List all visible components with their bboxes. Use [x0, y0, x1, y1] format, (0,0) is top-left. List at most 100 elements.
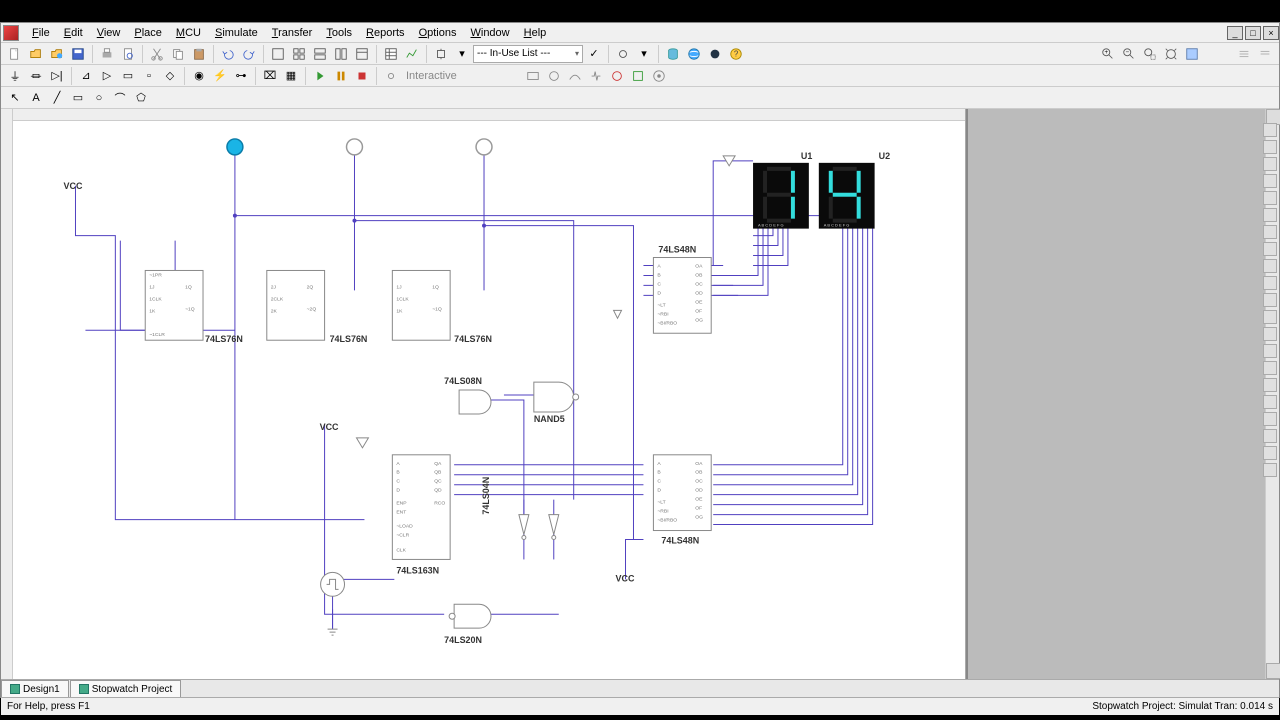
- minimize-button[interactable]: _: [1227, 26, 1243, 40]
- undo-icon[interactable]: [218, 44, 238, 64]
- chip-74ls76n-3[interactable]: 1J 1CLK 1K 1Q ~1Q 74LS76N: [392, 270, 492, 344]
- close-button[interactable]: ×: [1263, 26, 1279, 40]
- instrument-icon-13[interactable]: [1263, 327, 1277, 341]
- opamp-icon[interactable]: ▷: [97, 66, 117, 86]
- instrument-icon-1[interactable]: [1263, 123, 1277, 137]
- spreadsheet-icon[interactable]: [381, 44, 401, 64]
- chip-74ls163n[interactable]: A B C D ENP ENT ~LOAD ~CLR CLK QA QB QC …: [392, 455, 450, 576]
- instr-1-icon[interactable]: [523, 66, 543, 86]
- line-tool-icon[interactable]: ╱: [47, 88, 67, 108]
- chip-74ls48n-1[interactable]: A B C D ~LT ~RBI ~BI/RBO OA OB OC OD OE …: [653, 245, 711, 334]
- menu-place[interactable]: Place: [127, 25, 169, 41]
- menu-help[interactable]: Help: [517, 25, 554, 41]
- redo-icon[interactable]: [239, 44, 259, 64]
- save-icon[interactable]: [68, 44, 88, 64]
- sim-settings-icon[interactable]: [613, 44, 633, 64]
- toolbar-opt1-icon[interactable]: [1234, 44, 1254, 64]
- copy-icon[interactable]: [168, 44, 188, 64]
- gate-inverter-1[interactable]: [519, 515, 529, 540]
- cut-icon[interactable]: [147, 44, 167, 64]
- resistor-icon[interactable]: ⏛: [26, 66, 46, 86]
- open-icon[interactable]: [26, 44, 46, 64]
- instrument-icon-14[interactable]: [1263, 344, 1277, 358]
- circle-tool-icon[interactable]: ○: [89, 88, 109, 108]
- ic-icon[interactable]: ▭: [118, 66, 138, 86]
- paste-icon[interactable]: [189, 44, 209, 64]
- misc-icon[interactable]: ◇: [160, 66, 180, 86]
- instrument-icon-5[interactable]: [1263, 191, 1277, 205]
- web-icon[interactable]: [684, 44, 704, 64]
- menu-reports[interactable]: Reports: [359, 25, 412, 41]
- graph-icon[interactable]: [402, 44, 422, 64]
- instrument-icon-10[interactable]: [1263, 276, 1277, 290]
- help-icon[interactable]: ?: [726, 44, 746, 64]
- new-file-icon[interactable]: [5, 44, 25, 64]
- menu-transfer[interactable]: Transfer: [265, 25, 320, 41]
- connector-icon[interactable]: ⊶: [231, 66, 251, 86]
- instr-6-icon[interactable]: [628, 66, 648, 86]
- gate-74ls20n[interactable]: 74LS20N: [444, 604, 491, 645]
- zoom-sheet-icon[interactable]: [1182, 44, 1202, 64]
- dark-icon[interactable]: [705, 44, 725, 64]
- display-u2[interactable]: U2 A B C D E F G: [819, 151, 890, 229]
- tab-stopwatch[interactable]: Stopwatch Project: [70, 680, 182, 697]
- ground-icon[interactable]: ⏚: [5, 66, 25, 86]
- side-panel[interactable]: [966, 109, 1279, 679]
- ni-icon[interactable]: ▦: [281, 66, 301, 86]
- schematic-canvas[interactable]: VCC VCC VCC ~1PR 1J 1CLK 1K ~1CLR 1Q ~1Q…: [1, 109, 966, 679]
- display-u1[interactable]: U1 A B C D E F G: [753, 151, 812, 229]
- rect-tool-icon[interactable]: ▭: [68, 88, 88, 108]
- open-sample-icon[interactable]: [47, 44, 67, 64]
- print-icon[interactable]: [97, 44, 117, 64]
- instrument-icon-3[interactable]: [1263, 157, 1277, 171]
- view-1-icon[interactable]: [352, 44, 372, 64]
- instr-3-icon[interactable]: [565, 66, 585, 86]
- restore-button[interactable]: □: [1245, 26, 1261, 40]
- menu-simulate[interactable]: Simulate: [208, 25, 265, 41]
- electromech-icon[interactable]: ⌧: [260, 66, 280, 86]
- zoom-in-icon[interactable]: +: [1098, 44, 1118, 64]
- instrument-icon-11[interactable]: [1263, 293, 1277, 307]
- indicator-icon[interactable]: ◉: [189, 66, 209, 86]
- clock-source[interactable]: [321, 572, 345, 596]
- zoom-out-icon[interactable]: −: [1119, 44, 1139, 64]
- place-comp-icon[interactable]: [431, 44, 451, 64]
- select-tool-icon[interactable]: ↖: [5, 88, 25, 108]
- instrument-icon-17[interactable]: [1263, 395, 1277, 409]
- menu-window[interactable]: Window: [463, 25, 516, 41]
- instrument-icon-18[interactable]: [1263, 412, 1277, 426]
- instrument-icon-15[interactable]: [1263, 361, 1277, 375]
- gate-nand5[interactable]: NAND5: [534, 382, 579, 424]
- run-button[interactable]: [310, 66, 330, 86]
- gate-inverter-2[interactable]: [549, 515, 559, 540]
- instrument-icon-20[interactable]: [1263, 446, 1277, 460]
- instrument-icon-6[interactable]: [1263, 208, 1277, 222]
- interactive-toggle-icon[interactable]: [381, 66, 401, 86]
- zoom-fit-icon[interactable]: [1161, 44, 1181, 64]
- database-icon[interactable]: [663, 44, 683, 64]
- chip-74ls76n-1[interactable]: ~1PR 1J 1CLK 1K ~1CLR 1Q ~1Q 74LS76N: [145, 270, 243, 344]
- diode-icon[interactable]: ▷|: [47, 66, 67, 86]
- instr-2-icon[interactable]: [544, 66, 564, 86]
- toolbar-opt2-icon[interactable]: [1255, 44, 1275, 64]
- instr-5-icon[interactable]: [607, 66, 627, 86]
- instrument-icon-12[interactable]: [1263, 310, 1277, 324]
- menu-file[interactable]: File: [25, 25, 57, 41]
- sim-dropdown-icon[interactable]: ▾: [634, 44, 654, 64]
- inuse-list-combo[interactable]: --- In-Use List ---: [473, 45, 583, 63]
- probe-1[interactable]: [227, 139, 243, 155]
- stop-button[interactable]: [352, 66, 372, 86]
- chip-74ls48n-2[interactable]: A B C D ~LT ~RBI ~BI/RBO OA OB OC OD OE …: [653, 455, 711, 546]
- power-icon[interactable]: ⚡: [210, 66, 230, 86]
- menu-view[interactable]: View: [90, 25, 128, 41]
- menu-mcu[interactable]: MCU: [169, 25, 208, 41]
- poly-tool-icon[interactable]: ⬠: [131, 88, 151, 108]
- transistor-icon[interactable]: ⊿: [76, 66, 96, 86]
- gate-74ls08n[interactable]: 74LS08N: [444, 376, 491, 414]
- instr-4-icon[interactable]: [586, 66, 606, 86]
- text-tool-icon[interactable]: A: [26, 88, 46, 108]
- probe-2[interactable]: [347, 139, 363, 155]
- instrument-icon-2[interactable]: [1263, 140, 1277, 154]
- chip-74ls76n-2[interactable]: 2J 2CLK 2K 2Q ~2Q 74LS76N: [267, 270, 368, 344]
- fullscreen-icon[interactable]: [268, 44, 288, 64]
